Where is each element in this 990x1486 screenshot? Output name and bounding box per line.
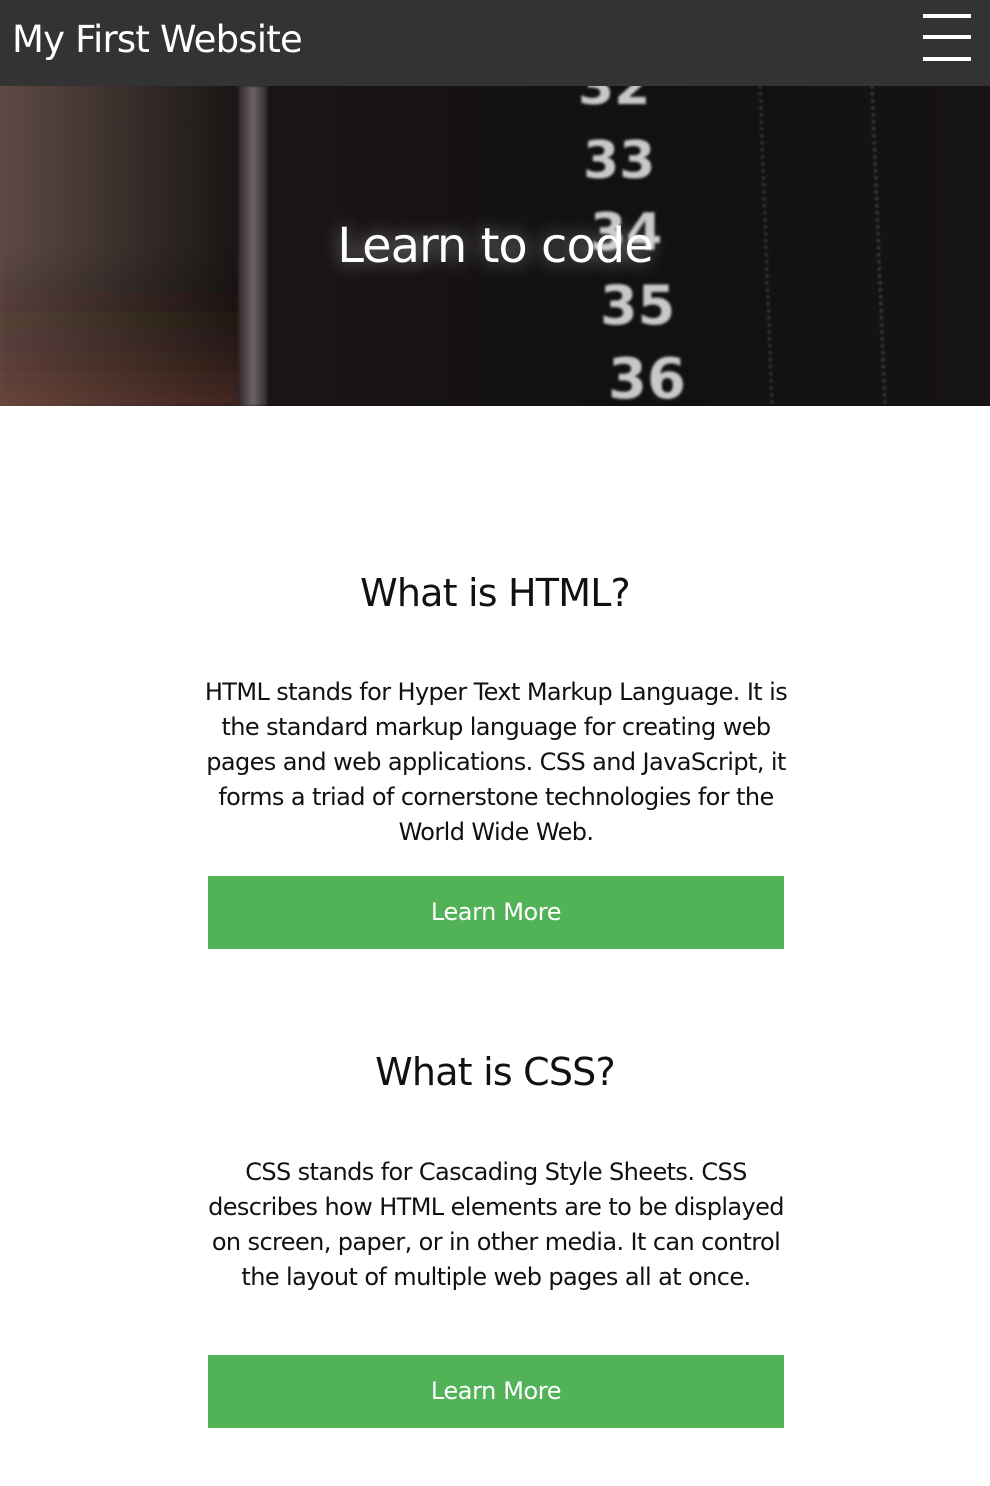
learn-more-button[interactable]: Learn More <box>208 876 784 949</box>
menu-bar <box>923 14 971 18</box>
hero-number: 33 <box>583 131 655 191</box>
menu-bar <box>923 35 971 39</box>
site-header: My First Website <box>0 0 990 86</box>
hero-banner: 32 33 34 35 36 Learn to code <box>0 86 990 406</box>
hamburger-menu-icon[interactable] <box>921 12 973 64</box>
site-title[interactable]: My First Website <box>12 17 303 63</box>
section-title: What is CSS? <box>375 1050 616 1094</box>
menu-bar <box>923 57 971 61</box>
section-title: What is HTML? <box>360 571 631 615</box>
section-description: CSS stands for Cascading Style Sheets. C… <box>208 1158 784 1291</box>
hero-number: 35 <box>600 274 675 337</box>
section-description: HTML stands for Hyper Text Markup Langua… <box>204 678 788 846</box>
hero-number: 36 <box>608 347 686 406</box>
learn-more-button[interactable]: Learn More <box>208 1355 784 1428</box>
hero-heading: Learn to code <box>337 218 654 274</box>
hero-number: 32 <box>578 86 650 117</box>
